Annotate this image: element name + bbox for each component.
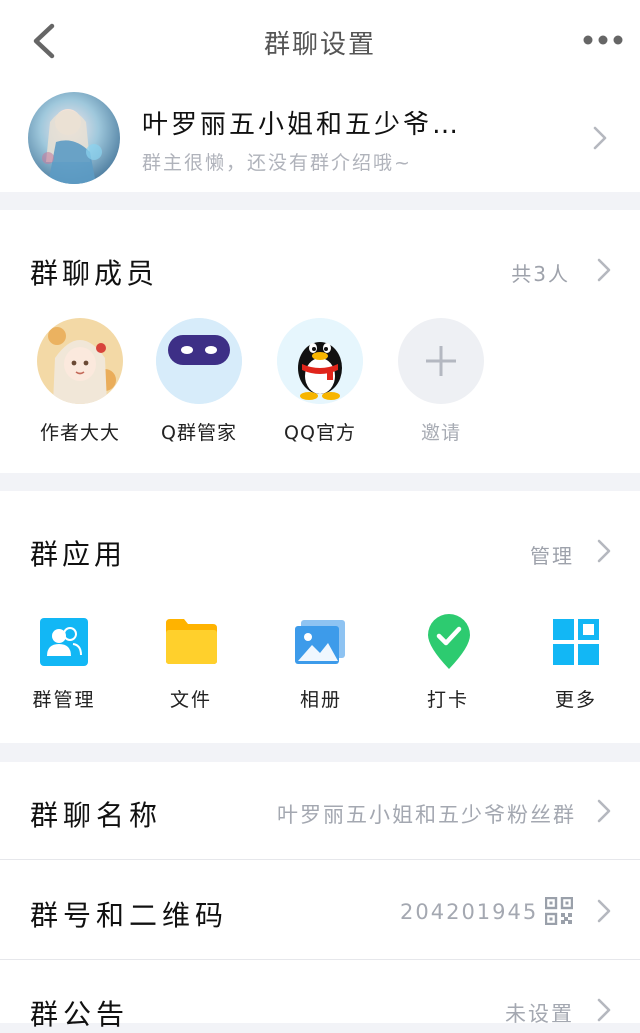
page-title: 群聊设置 xyxy=(263,30,376,60)
member-avatar[interactable] xyxy=(277,318,363,404)
album-icon[interactable] xyxy=(294,619,346,667)
app-label: 相册 xyxy=(299,689,342,711)
apps-manage-link[interactable]: 管理 xyxy=(470,540,574,569)
checkin-icon[interactable] xyxy=(426,613,472,671)
setting-title: 群聊名称 xyxy=(30,799,163,832)
group-manage-icon[interactable] xyxy=(39,617,89,667)
member-avatar[interactable] xyxy=(156,318,242,404)
folder-icon[interactable] xyxy=(165,617,218,665)
app-label: 文件 xyxy=(169,689,212,711)
members-title: 群聊成员 xyxy=(30,257,159,290)
apps-title: 群应用 xyxy=(30,538,127,571)
setting-value: 未设置 xyxy=(505,1002,574,1026)
setting-value: 叶罗丽五小姐和五少爷粉丝群 xyxy=(277,803,576,827)
app-label: 群管理 xyxy=(32,689,96,711)
chevron-right-icon[interactable] xyxy=(596,538,612,564)
setting-title: 群公告 xyxy=(30,998,130,1031)
qr-code-icon[interactable] xyxy=(545,897,573,925)
member-count[interactable]: 共3人 xyxy=(470,258,570,287)
more-options-icon[interactable] xyxy=(580,30,626,50)
member-name: 作者大大 xyxy=(39,422,120,444)
more-apps-icon[interactable] xyxy=(552,618,600,666)
app-label: 更多 xyxy=(554,689,597,711)
invite-label: 邀请 xyxy=(420,422,461,444)
invite-button[interactable] xyxy=(398,318,484,404)
group-avatar[interactable] xyxy=(28,92,120,184)
chevron-right-icon[interactable] xyxy=(596,257,612,283)
member-name: QQ官方 xyxy=(284,422,356,444)
chevron-right-icon xyxy=(597,998,611,1022)
member-name: Q群管家 xyxy=(161,422,237,444)
plus-icon xyxy=(426,346,456,376)
chevron-right-icon xyxy=(597,799,611,823)
group-name: 叶罗丽五小姐和五少爷… xyxy=(142,110,462,140)
app-label: 打卡 xyxy=(426,689,469,711)
member-avatar[interactable] xyxy=(37,318,123,404)
group-intro: 群主很懒，还没有群介绍哦~ xyxy=(142,152,412,174)
chevron-right-icon xyxy=(597,899,611,923)
setting-title: 群号和二维码 xyxy=(30,899,229,932)
chevron-right-icon xyxy=(593,126,607,150)
group-number: 204201945 xyxy=(400,900,539,924)
qq-penguin-icon xyxy=(277,318,363,404)
